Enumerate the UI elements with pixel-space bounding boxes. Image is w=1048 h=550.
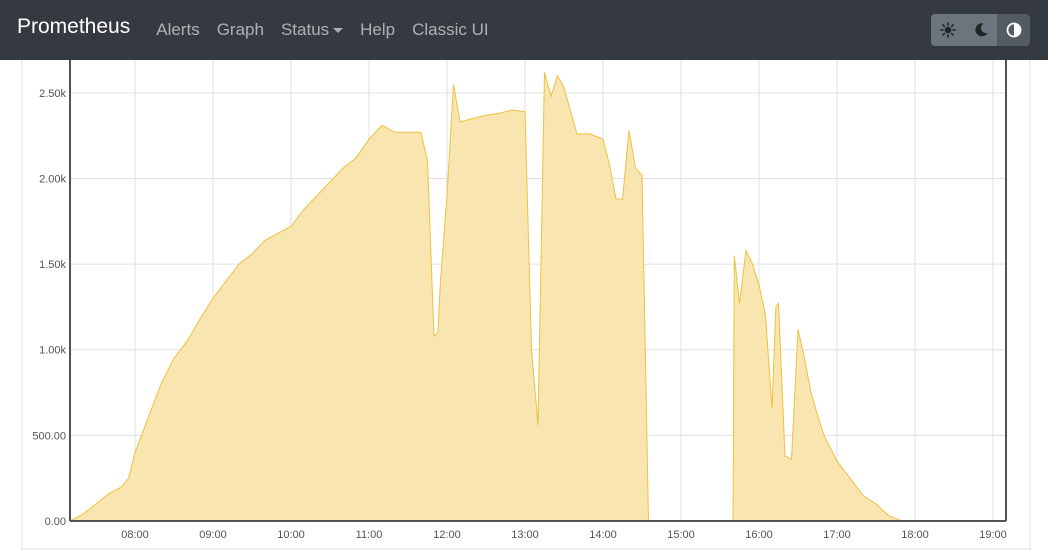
adjust-icon [1006, 22, 1021, 38]
dark-theme-button[interactable] [964, 14, 997, 46]
x-tick-label: 10:00 [277, 529, 305, 541]
nav-status-label: Status [280, 20, 330, 39]
theme-toggle-group [931, 14, 1030, 46]
time-series-chart[interactable]: 08:00 09:00 10:00 11:00 12:00 13:00 14:00 15:00… [0, 60, 1048, 550]
x-tick-label: 09:00 [199, 529, 227, 541]
graph-panel: 08:00 09:00 10:00 11:00 12:00 13:00 14:00 15:00… [0, 60, 1048, 550]
x-tick-label: 15:00 [667, 529, 695, 541]
nav-help-link[interactable]: Help [360, 20, 395, 40]
nav-alerts-link[interactable]: Alerts [156, 20, 199, 40]
light-theme-button[interactable] [931, 14, 964, 46]
x-tick-label: 11:00 [356, 529, 383, 541]
x-tick-label: 08:00 [121, 529, 149, 541]
moon-icon [974, 23, 987, 37]
x-tick-label: 19:00 [979, 529, 1007, 541]
x-tick-label: 12:00 [433, 529, 461, 541]
y-tick-label: 500.00 [32, 430, 66, 442]
nav-status-dropdown[interactable]: Status [280, 20, 344, 40]
x-tick-label: 13:00 [511, 529, 539, 541]
brand-link[interactable]: Prometheus [17, 15, 130, 39]
nav-help-label: Help [360, 20, 396, 39]
x-tick-label: 18:00 [901, 529, 929, 541]
y-tick-label: 2.00k [39, 173, 66, 185]
nav-classic-ui-link[interactable]: Classic UI [412, 20, 489, 40]
nav-alerts-label: Alerts [156, 20, 200, 39]
y-tick-label: 1.50k [39, 259, 66, 271]
nav-classic-ui-label: Classic UI [412, 20, 489, 39]
caret-down-icon [333, 27, 344, 33]
y-tick-label: 2.50k [39, 88, 66, 100]
nav-graph-label: Graph [216, 20, 264, 39]
x-tick-label: 14:00 [589, 529, 617, 541]
x-tick-label: 16:00 [745, 529, 773, 541]
sun-icon [939, 22, 956, 38]
y-tick-label: 1.00k [39, 345, 66, 357]
y-tick-label: 0.00 [45, 516, 66, 528]
x-tick-label: 17:00 [823, 529, 851, 541]
browser-theme-button[interactable] [997, 14, 1030, 46]
series-area-0 [70, 72, 980, 522]
nav-graph-link[interactable]: Graph [217, 20, 264, 40]
navbar: Prometheus Alerts Graph Status Help Clas… [0, 0, 1048, 60]
